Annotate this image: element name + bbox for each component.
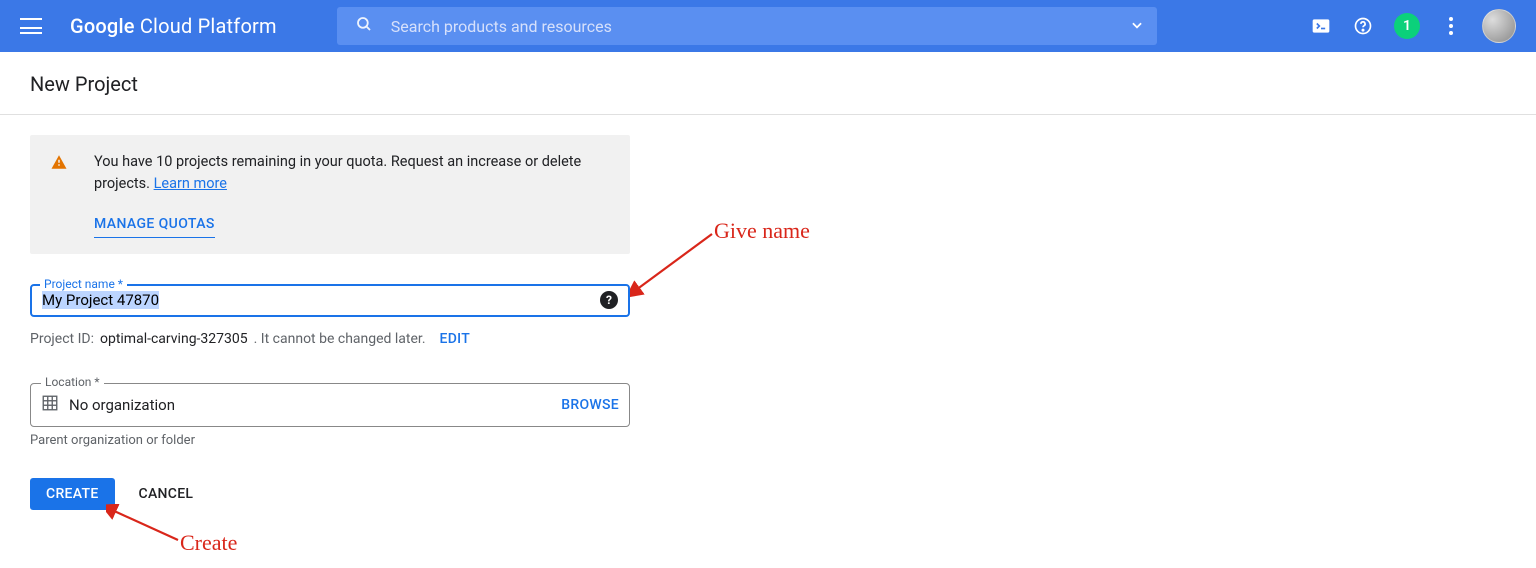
- top-bar: Google Cloud Platform 1: [0, 0, 1536, 52]
- brand-title[interactable]: Google Cloud Platform: [70, 14, 277, 38]
- location-field[interactable]: Location * No organization BROWSE: [30, 383, 630, 427]
- avatar[interactable]: [1482, 9, 1516, 43]
- field-help-icon[interactable]: ?: [600, 291, 618, 309]
- browse-button[interactable]: BROWSE: [561, 397, 619, 413]
- annotation-create: Create: [180, 530, 237, 556]
- content: You have 10 projects remaining in your q…: [0, 115, 660, 530]
- location-label: Location *: [41, 375, 104, 389]
- project-id-value: optimal-carving-327305: [100, 331, 248, 347]
- brand-rest: Cloud Platform: [135, 14, 277, 38]
- project-id-line: Project ID: optimal-carving-327305 . It c…: [30, 331, 630, 347]
- brand-google: Google: [70, 14, 135, 38]
- location-helper: Parent organization or folder: [30, 433, 630, 448]
- warning-icon: [50, 153, 68, 238]
- more-menu-icon[interactable]: [1440, 15, 1462, 37]
- header-right: 1: [1310, 9, 1516, 43]
- location-value: No organization: [69, 396, 561, 414]
- notifications-badge[interactable]: 1: [1394, 13, 1420, 39]
- project-id-suffix: . It cannot be changed later.: [254, 331, 426, 347]
- project-name-input[interactable]: [42, 291, 584, 309]
- search-icon: [355, 15, 373, 37]
- annotation-give-name: Give name: [714, 218, 810, 244]
- project-name-field-wrap: Project name * ?: [30, 284, 630, 317]
- cancel-button[interactable]: CANCEL: [139, 486, 194, 502]
- chevron-down-icon[interactable]: [1117, 17, 1157, 36]
- manage-quotas-link[interactable]: MANAGE QUOTAS: [94, 214, 215, 238]
- project-name-field[interactable]: Project name * ?: [30, 284, 630, 317]
- location-field-wrap: Location * No organization BROWSE Parent…: [30, 383, 630, 448]
- search-bar[interactable]: [337, 7, 1157, 45]
- quota-notice: You have 10 projects remaining in your q…: [30, 135, 630, 254]
- search-input[interactable]: [391, 17, 1117, 36]
- edit-project-id-button[interactable]: EDIT: [440, 331, 471, 347]
- project-id-prefix: Project ID:: [30, 331, 94, 347]
- hamburger-menu-icon[interactable]: [20, 18, 42, 34]
- learn-more-link[interactable]: Learn more: [154, 175, 227, 192]
- cloud-shell-icon[interactable]: [1310, 15, 1332, 37]
- page-title: New Project: [0, 52, 1536, 114]
- action-row: CREATE CANCEL: [30, 478, 630, 510]
- organization-icon: [41, 394, 59, 416]
- help-icon[interactable]: [1352, 15, 1374, 37]
- project-name-label: Project name *: [40, 277, 127, 291]
- create-button[interactable]: CREATE: [30, 478, 115, 510]
- notice-body: You have 10 projects remaining in your q…: [94, 151, 610, 238]
